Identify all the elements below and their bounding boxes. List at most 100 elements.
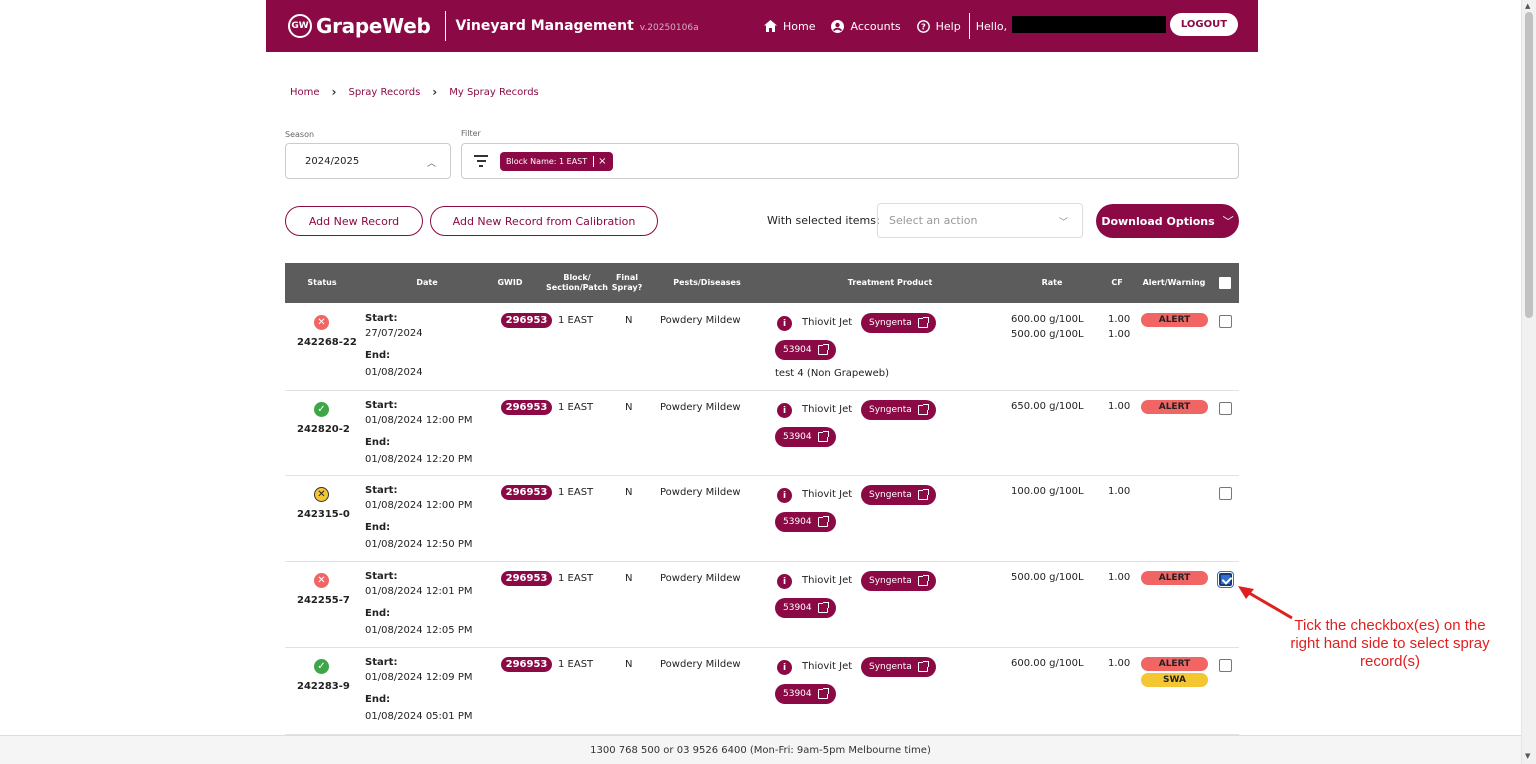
with-selected-label: With selected items:	[767, 214, 880, 227]
gwid-badge[interactable]: 296953	[501, 400, 552, 415]
season-select[interactable]: 2024/2025 ︿	[285, 143, 451, 179]
supplier-link[interactable]: Syngenta	[861, 485, 936, 505]
supplier-link[interactable]: Syngenta	[861, 657, 936, 677]
table-row[interactable]: ✕ 242315-0 Start: 01/08/2024 12:00 PM End: 01…	[285, 476, 1239, 562]
rate-value: 500.00 g/100L	[1011, 329, 1084, 340]
pest-disease: Powdery Mildew	[660, 487, 741, 498]
start-date: 01/08/2024 12:01 PM	[365, 586, 473, 597]
info-icon[interactable]: i	[777, 316, 792, 331]
status-ok-icon: ✓	[314, 659, 329, 674]
nav-help[interactable]: ? Help	[916, 19, 961, 33]
row-select-checkbox[interactable]	[1219, 402, 1232, 415]
record-id[interactable]: 242268-22	[297, 337, 357, 348]
supplier-link[interactable]: Syngenta	[861, 571, 936, 591]
pest-disease: Powdery Mildew	[660, 315, 741, 326]
external-link-icon	[917, 317, 929, 328]
download-options-label: Download Options	[1101, 214, 1215, 228]
product-code-link[interactable]: 53904	[775, 684, 836, 704]
table-row[interactable]: ✕ 242268-22 Start: 27/07/2024 End: 01/08/2024…	[285, 304, 1239, 391]
pest-disease: Powdery Mildew	[660, 402, 741, 413]
logout-button[interactable]: LOGOUT	[1170, 13, 1238, 36]
record-id[interactable]: 242315-0	[297, 509, 350, 520]
record-id[interactable]: 242255-7	[297, 595, 350, 606]
product-code-link[interactable]: 53904	[775, 427, 836, 447]
rate-value: 650.00 g/100L	[1011, 401, 1084, 412]
product-code-label: 53904	[783, 345, 812, 355]
page-scrollbar[interactable]: ▲ ▼	[1521, 0, 1536, 764]
select-action-dropdown[interactable]: Select an action ﹀	[877, 203, 1083, 238]
external-link-icon	[817, 431, 829, 442]
col-rate[interactable]: Rate	[1025, 263, 1079, 303]
gwid-badge[interactable]: 296953	[501, 313, 552, 328]
alert-badge[interactable]: ALERT	[1141, 571, 1208, 585]
col-pests[interactable]: Pests/Diseases	[657, 263, 757, 303]
record-id[interactable]: 242283-9	[297, 681, 350, 692]
rate-value: 500.00 g/100L	[1011, 572, 1084, 583]
gwid-badge[interactable]: 296953	[501, 657, 552, 672]
product-code-link[interactable]: 53904	[775, 340, 836, 360]
nav-accounts[interactable]: Accounts	[831, 19, 901, 33]
nav-home[interactable]: Home	[764, 20, 815, 33]
filter-icon[interactable]	[474, 155, 488, 167]
row-select-checkbox[interactable]	[1219, 487, 1232, 500]
table-row[interactable]: ✓ 242283-9 Start: 01/08/2024 12:09 PM End: 01…	[285, 648, 1239, 735]
cf-value: 1.00	[1108, 314, 1131, 325]
scroll-down-icon[interactable]: ▼	[1525, 752, 1530, 760]
product-name: Thiovit Jet	[802, 575, 853, 586]
info-icon[interactable]: i	[777, 574, 792, 589]
external-link-icon	[817, 344, 829, 355]
final-spray: N	[625, 402, 633, 413]
product-code-link[interactable]: 53904	[775, 598, 836, 618]
end-label: End:	[365, 608, 391, 619]
supplier-link[interactable]: Syngenta	[861, 400, 936, 420]
info-icon[interactable]: i	[777, 488, 792, 503]
breadcrumb-spray-records[interactable]: Spray Records	[348, 87, 420, 98]
product-code-link[interactable]: 53904	[775, 512, 836, 532]
info-icon[interactable]: i	[777, 660, 792, 675]
close-icon[interactable]: ×	[593, 155, 607, 167]
col-block[interactable]: Block/ Section/Patch	[546, 263, 608, 303]
info-icon[interactable]: i	[777, 403, 792, 418]
add-from-calibration-button[interactable]: Add New Record from Calibration	[430, 206, 658, 236]
scroll-thumb[interactable]	[1525, 12, 1533, 318]
gwid-badge[interactable]: 296953	[501, 571, 552, 586]
col-cf[interactable]: CF	[1105, 263, 1129, 303]
col-final-spray[interactable]: Final Spray?	[607, 263, 647, 303]
alert-badge[interactable]: ALERT	[1141, 400, 1208, 414]
record-id[interactable]: 242820-2	[297, 424, 350, 435]
help-icon: ?	[916, 19, 930, 33]
row-select-checkbox[interactable]	[1219, 315, 1232, 328]
col-status[interactable]: Status	[285, 263, 359, 303]
table-row[interactable]: ✓ 242820-2 Start: 01/08/2024 12:00 PM End: 01…	[285, 391, 1239, 476]
swa-badge[interactable]: SWA	[1141, 673, 1208, 687]
col-gwid[interactable]: GWID	[495, 263, 525, 303]
final-spray: N	[625, 315, 633, 326]
supplier-link[interactable]: Syngenta	[861, 313, 936, 333]
row-select-checkbox[interactable]	[1217, 571, 1234, 588]
download-options-button[interactable]: Download Options ﹀	[1096, 204, 1239, 238]
gwid-badge[interactable]: 296953	[501, 485, 552, 500]
row-select-checkbox[interactable]	[1219, 659, 1232, 672]
select-all-checkbox[interactable]	[1219, 277, 1231, 289]
grapeweb-logo[interactable]: GW GrapeWeb	[288, 14, 431, 38]
col-alert-warning[interactable]: Alert/Warning	[1137, 263, 1211, 303]
table-row[interactable]: ✕ 242255-7 Start: 01/08/2024 12:01 PM End: 01…	[285, 562, 1239, 648]
alert-badge[interactable]: ALERT	[1141, 313, 1208, 327]
scroll-up-icon[interactable]: ▲	[1525, 2, 1530, 10]
add-new-record-button[interactable]: Add New Record	[285, 206, 423, 236]
breadcrumb-home[interactable]: Home	[290, 87, 320, 98]
app-version: v.20250106a	[639, 22, 699, 33]
supplier-label: Syngenta	[869, 490, 912, 500]
end-label: End:	[365, 694, 391, 705]
final-spray: N	[625, 487, 633, 498]
end-label: End:	[365, 350, 391, 361]
external-link-icon	[917, 489, 929, 500]
start-date: 01/08/2024 12:00 PM	[365, 500, 473, 511]
product-code-label: 53904	[783, 432, 812, 442]
alert-badge[interactable]: ALERT	[1141, 657, 1208, 671]
col-treatment-product[interactable]: Treatment Product	[785, 263, 995, 303]
col-date[interactable]: Date	[359, 263, 495, 303]
filter-chip-block-name[interactable]: Block Name: 1 EAST ×	[500, 151, 613, 171]
breadcrumb-my-spray-records[interactable]: My Spray Records	[449, 87, 539, 98]
filter-bar[interactable]: Block Name: 1 EAST ×	[461, 143, 1239, 179]
